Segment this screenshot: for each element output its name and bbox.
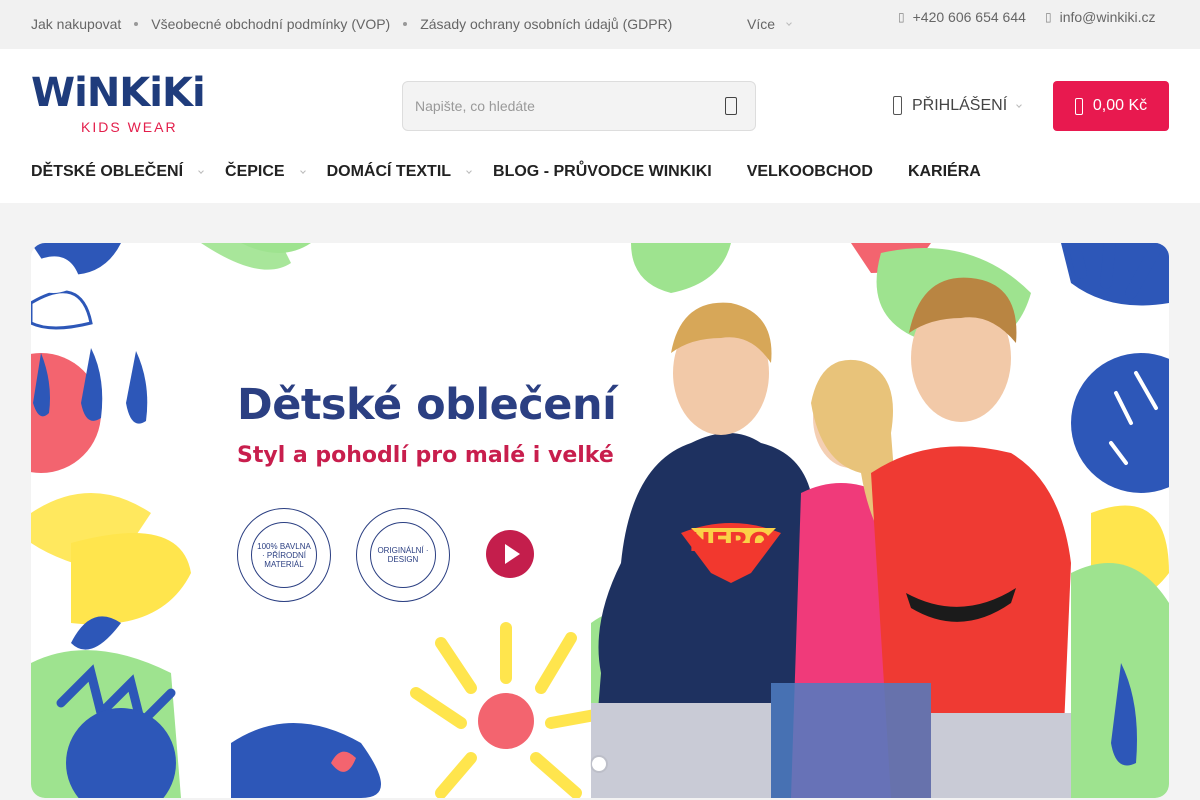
tshirt-icon: ORIGINÁLNÍ · DESIGN bbox=[370, 522, 436, 588]
nav-item-cepice[interactable]: ČEPICE bbox=[225, 163, 327, 181]
shirt-print-text: HERO bbox=[689, 528, 771, 558]
nav-label: DOMÁCÍ TEXTIL bbox=[326, 163, 452, 180]
link-vop[interactable]: Všeobecné obchodní podmínky (VOP) bbox=[151, 16, 390, 32]
hero-banner[interactable]: HERO Dětské oblečení Styl a pohodlí pro … bbox=[31, 243, 1169, 798]
nav-label: ČEPICE bbox=[225, 163, 285, 180]
slider-dot-active[interactable] bbox=[592, 757, 606, 771]
more-label: Více bbox=[747, 16, 776, 32]
header: WiNKiKi KIDS WEAR PŘIHLÁŠENÍ 0,00 Kč DĚT… bbox=[0, 49, 1200, 203]
play-video-button[interactable] bbox=[486, 530, 534, 578]
nav-label: KARIÉRA bbox=[907, 163, 981, 180]
kids-photo: HERO bbox=[591, 277, 1071, 798]
chevron-down-icon bbox=[1016, 101, 1022, 108]
nav-label: BLOG - PRŮVODCE WINKIKI bbox=[493, 163, 712, 180]
cart-icon bbox=[1074, 97, 1083, 115]
cart-button[interactable]: 0,00 Kč bbox=[1053, 81, 1169, 131]
main-navigation: DĚTSKÉ OBLEČENÍ ČEPICE DOMÁCÍ TEXTIL BLO… bbox=[31, 163, 981, 181]
nav-label: DĚTSKÉ OBLEČENÍ bbox=[31, 163, 184, 180]
email-address: info@winkiki.cz bbox=[1059, 9, 1156, 25]
phone-contact[interactable]: ▯ +420 606 654 644 bbox=[898, 9, 1026, 25]
nav-label: VELKOOBCHOD bbox=[746, 163, 873, 180]
chevron-down-icon bbox=[198, 168, 204, 174]
top-bar: Jak nakupovat Všeobecné obchodní podmínk… bbox=[0, 0, 1200, 49]
chevron-down-icon bbox=[299, 168, 306, 174]
cart-total: 0,00 Kč bbox=[1092, 97, 1148, 114]
login-label: PŘIHLÁŠENÍ bbox=[912, 96, 1008, 114]
logo-tagline: KIDS WEAR bbox=[81, 119, 178, 135]
separator-dot bbox=[134, 22, 139, 26]
nav-item-kariera[interactable]: KARIÉRA bbox=[908, 163, 981, 181]
hero-title: Dětské oblečení bbox=[237, 380, 617, 430]
nav-item-domaci-textil[interactable]: DOMÁCÍ TEXTIL bbox=[327, 163, 493, 181]
logo-wordmark: WiNKiKi bbox=[31, 70, 206, 116]
link-gdpr[interactable]: Zásady ochrany osobních údajů (GDPR) bbox=[420, 16, 672, 32]
more-dropdown[interactable]: Více bbox=[747, 16, 792, 32]
link-jak-nakupovat[interactable]: Jak nakupovat bbox=[31, 16, 121, 32]
login-button[interactable]: PŘIHLÁŠENÍ bbox=[893, 96, 1022, 115]
mail-icon: ▯ bbox=[1045, 10, 1052, 24]
email-contact[interactable]: ▯ info@winkiki.cz bbox=[1045, 9, 1156, 25]
hero-background-illustration: HERO bbox=[31, 243, 1169, 798]
badge-original-design: ORIGINÁLNÍ · DESIGN bbox=[356, 508, 450, 602]
phone-icon: ▯ bbox=[898, 10, 905, 24]
nav-item-detske-obleceni[interactable]: DĚTSKÉ OBLEČENÍ bbox=[31, 163, 225, 181]
chevron-down-icon bbox=[786, 20, 792, 26]
nav-item-blog[interactable]: BLOG - PRŮVODCE WINKIKI bbox=[493, 163, 712, 181]
nav-item-velkoobchod[interactable]: VELKOOBCHOD bbox=[747, 163, 873, 181]
chevron-down-icon bbox=[466, 168, 472, 174]
search-icon[interactable] bbox=[725, 97, 737, 115]
search-input[interactable] bbox=[415, 98, 705, 114]
separator-dot bbox=[403, 22, 408, 26]
logo[interactable]: WiNKiKi KIDS WEAR bbox=[31, 73, 227, 139]
top-links: Jak nakupovat Všeobecné obchodní podmínk… bbox=[31, 16, 672, 32]
hero-subtitle: Styl a pohodlí pro malé i velké bbox=[237, 443, 614, 468]
cotton-icon: 100% BAVLNA · PŘÍRODNÍ MATERIÁL bbox=[251, 522, 317, 588]
user-icon bbox=[893, 96, 902, 115]
search-box bbox=[402, 81, 756, 131]
badge-cotton: 100% BAVLNA · PŘÍRODNÍ MATERIÁL bbox=[237, 508, 331, 602]
phone-number: +420 606 654 644 bbox=[912, 9, 1026, 25]
